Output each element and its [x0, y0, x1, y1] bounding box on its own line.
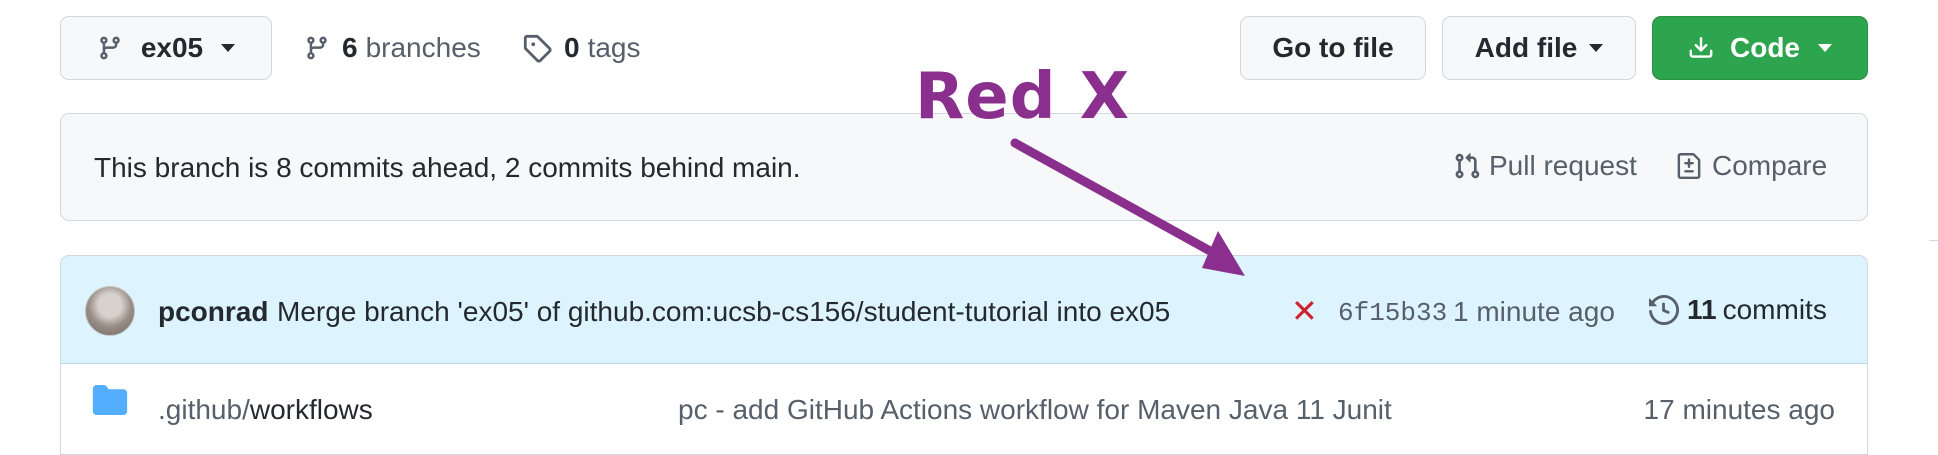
download-icon [1688, 34, 1714, 62]
latest-commit-row: pconrad Merge branch 'ex05' of github.co… [61, 256, 1867, 364]
file-time: 17 minutes ago [1643, 394, 1835, 425]
file-name-leaf: workflows [249, 394, 373, 425]
branch-select-button[interactable]: ex05 [60, 16, 272, 80]
chevron-down-icon [1818, 44, 1832, 52]
git-pull-request-icon [1453, 151, 1481, 181]
file-browser: pconrad Merge branch 'ex05' of github.co… [60, 255, 1868, 455]
commit-time: 1 minute ago [1453, 296, 1615, 327]
sidebar-divider [1929, 240, 1938, 241]
pull-request-link[interactable]: Pull request [1453, 150, 1637, 182]
compare-link[interactable]: Compare [1676, 150, 1827, 182]
chevron-down-icon [221, 44, 236, 52]
go-to-file-label: Go to file [1272, 32, 1394, 63]
go-to-file-button[interactable]: Go to file [1240, 16, 1426, 80]
commit-history-link[interactable]: 11 commits [1649, 294, 1827, 326]
file-commit-message-link[interactable]: pc - add GitHub Actions workflow for Mav… [678, 394, 1392, 426]
commit-message-link[interactable]: Merge branch 'ex05' of github.com:ucsb-c… [277, 296, 1170, 328]
tag-icon [522, 33, 552, 63]
file-row[interactable]: .github/workflows pc - add GitHub Action… [61, 364, 1867, 454]
git-branch-icon [97, 33, 123, 63]
add-file-button[interactable]: Add file [1442, 16, 1636, 80]
file-name-link[interactable]: .github/workflows [158, 394, 373, 426]
history-icon [1649, 295, 1679, 325]
branches-link[interactable]: 6 branches [304, 32, 481, 64]
tags-link[interactable]: 0 tags [522, 32, 641, 64]
commits-label: commits [1722, 294, 1827, 325]
commit-sha-link[interactable]: 6f15b33 [1338, 298, 1447, 328]
commits-count: 11 [1687, 294, 1717, 325]
build-failed-icon[interactable]: ✕ [1291, 292, 1318, 330]
add-file-label: Add file [1474, 32, 1578, 63]
avatar[interactable] [85, 286, 135, 336]
branch-select-label: ex05 [140, 32, 204, 63]
chevron-down-icon [1589, 44, 1604, 52]
tags-label: tags [587, 32, 641, 63]
pull-request-label: Pull request [1489, 150, 1637, 181]
branches-label: branches [365, 32, 481, 63]
sidebar-edge [1928, 0, 1938, 426]
file-name-prefix: .github/ [158, 394, 250, 425]
code-label: Code [1730, 32, 1800, 63]
compare-label: Compare [1712, 150, 1828, 181]
tags-count: 0 [564, 32, 580, 63]
git-branch-icon [304, 33, 330, 63]
branches-count: 6 [342, 32, 358, 63]
commit-author-link[interactable]: pconrad [158, 296, 268, 328]
file-diff-icon [1676, 151, 1702, 181]
annotation-label: Red X [915, 60, 1131, 134]
folder-icon [92, 385, 128, 420]
branch-comparison-text: This branch is 8 commits ahead, 2 commit… [94, 152, 801, 183]
code-button[interactable]: Code [1652, 16, 1868, 80]
